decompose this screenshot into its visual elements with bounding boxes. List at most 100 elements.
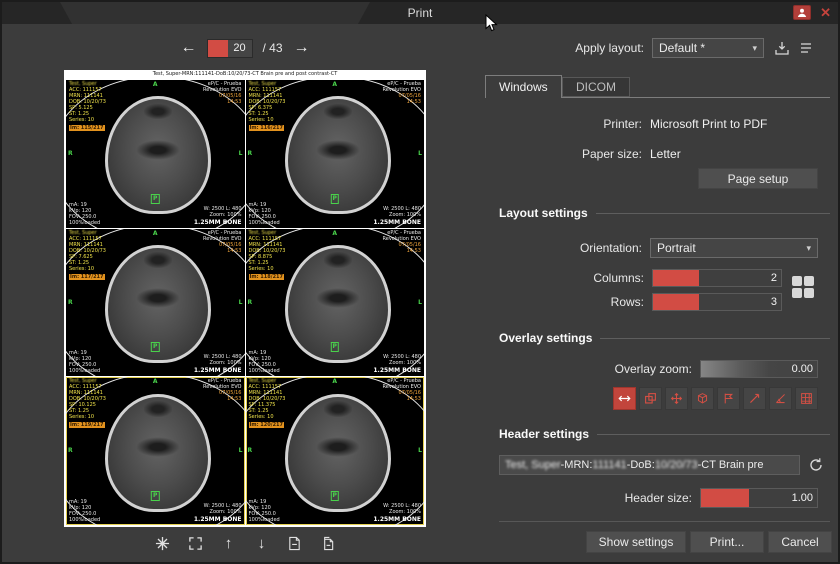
orientation-row: Orientation: Portrait ▾ — [485, 238, 818, 258]
close-button[interactable]: ✕ — [820, 4, 831, 22]
image-number-overlay: Im: 118/217 — [249, 274, 285, 280]
move-up-button[interactable]: ↑ — [217, 532, 241, 554]
arrow-down-icon: ↓ — [258, 535, 266, 552]
marker-right: R — [68, 448, 73, 454]
auto-arrange-icon — [155, 536, 170, 551]
study-info-overlay: ACC: 111157 MRN: 111141 DOB: 10/20/73 SP… — [69, 236, 106, 272]
reset-header-button[interactable] — [804, 454, 828, 476]
remove-page-button[interactable] — [283, 532, 307, 554]
four-way-arrows-icon — [670, 392, 683, 405]
layout-dropdown[interactable]: Default * ▾ — [652, 38, 764, 58]
show-settings-button[interactable]: Show settings — [586, 531, 686, 553]
layout-list-icon — [798, 40, 814, 56]
rows-row: Rows: 3 — [485, 292, 782, 312]
page-total-label: / 43 — [262, 41, 282, 55]
overlay-toggle-grid[interactable] — [795, 387, 818, 410]
image-number-overlay: Im: 120/217 — [249, 422, 285, 428]
preview-cell[interactable]: Test, Super ACC: 111157 MRN: 111141 DOB:… — [66, 80, 245, 228]
marker-left: L — [239, 448, 243, 454]
overlay-toggle-row — [613, 387, 818, 410]
preview-cell[interactable]: Test, Super ACC: 111157 MRN: 111141 DOB:… — [246, 377, 425, 525]
tab-windows[interactable]: Windows — [485, 75, 562, 98]
study-info-overlay: ACC: 111157 MRN: 111141 DOB: 10/20/73 SP… — [69, 87, 106, 123]
overlay-toggle-angles[interactable] — [769, 387, 792, 410]
marker-left: L — [418, 448, 422, 454]
mrn-segment: 111141 — [592, 459, 626, 471]
support-icon-button[interactable] — [793, 5, 811, 20]
print-preview-page[interactable]: Test, Super-MRN:111141-DoB:10/20/73-CT B… — [64, 70, 426, 527]
overlay-toggle-annotations[interactable] — [639, 387, 662, 410]
marker-anterior: A — [153, 379, 158, 385]
overlay-toggle-pan[interactable] — [613, 387, 636, 410]
rows-label: Rows: — [485, 295, 644, 309]
apply-layout-row: Apply layout: Default * ▾ — [485, 38, 818, 58]
datetime-overlay: 07/05/16 14:53 — [399, 242, 421, 254]
marker-left: L — [418, 300, 422, 306]
fit-to-window-button[interactable] — [184, 532, 208, 554]
marker-anterior: A — [153, 231, 158, 237]
remove-all-pages-button[interactable] — [316, 532, 340, 554]
footer-buttons: Show settings Print... Cancel — [586, 531, 832, 553]
header-text-field[interactable]: Test, Super-MRN:111141-DoB:10/20/73-CT B… — [499, 455, 800, 475]
previous-page-button[interactable]: ← — [178, 40, 198, 56]
page-number-input[interactable]: 20 — [207, 39, 253, 58]
series-description-overlay: 1.25MM BONE — [373, 516, 421, 523]
overlay-zoom-slider[interactable]: 0.00 — [700, 360, 818, 378]
series-description-overlay: 1.25MM BONE — [194, 516, 242, 523]
paper-size-label: Paper size: — [485, 147, 642, 161]
preview-image-grid: Test, Super ACC: 111157 MRN: 111141 DOB:… — [66, 80, 424, 525]
rows-stepper[interactable]: 3 — [652, 293, 782, 311]
layout-settings-title: Layout settings — [499, 206, 588, 220]
series-description-overlay: 1.25MM BONE — [373, 367, 421, 374]
technique-overlay: mA: 19 kVp: 120 FOV: 250.0 100%loaded — [249, 350, 280, 374]
header-settings-section: Header settings — [499, 427, 830, 441]
facility-overlay: eP/C - Prueba Revolution EVO — [203, 230, 242, 242]
chevron-down-icon: ▾ — [752, 43, 757, 54]
page-navigation: ← 20 / 43 → — [64, 37, 426, 59]
page-setup-button[interactable]: Page setup — [698, 168, 818, 189]
manage-layouts-button[interactable] — [794, 37, 818, 59]
window-level-overlay: W: 2500 L: 480 Zoom: 100% — [383, 354, 421, 366]
printer-value: Microsoft Print to PDF — [650, 117, 818, 131]
columns-stepper[interactable]: 2 — [652, 269, 782, 287]
columns-row: Columns: 2 — [485, 268, 782, 288]
print-button[interactable]: Print... — [690, 531, 764, 553]
titlebar: Print ✕ — [2, 2, 838, 24]
marker-posterior: P — [331, 342, 339, 352]
technique-overlay: mA: 19 kVp: 120 FOV: 250.0 100%loaded — [249, 202, 280, 226]
header-size-slider[interactable]: 1.00 — [700, 488, 818, 508]
datetime-overlay: 07/05/16 14:53 — [399, 390, 421, 402]
facility-overlay: eP/C - Prueba Revolution EVO — [203, 81, 242, 93]
overlay-toggle-measurements[interactable] — [743, 387, 766, 410]
cancel-button[interactable]: Cancel — [768, 531, 832, 553]
orientation-value: Portrait — [657, 241, 696, 255]
arrow-up-icon: ↑ — [225, 535, 233, 552]
tab-dicom[interactable]: DICOM — [562, 77, 630, 97]
marker-left: L — [239, 151, 243, 157]
dob-segment: 10/20/73 — [655, 459, 698, 471]
orientation-dropdown[interactable]: Portrait ▾ — [650, 238, 818, 258]
paper-size-value: Letter — [650, 147, 818, 161]
auto-arrange-button[interactable] — [151, 532, 175, 554]
overlay-toggle-markers[interactable] — [717, 387, 740, 410]
preview-cell[interactable]: Test, Super ACC: 111157 MRN: 111141 DOB:… — [246, 80, 425, 228]
move-down-button[interactable]: ↓ — [250, 532, 274, 554]
overlay-toggle-move[interactable] — [665, 387, 688, 410]
preview-cell[interactable]: Test, Super ACC: 111157 MRN: 111141 DOB:… — [66, 377, 245, 525]
overlay-zoom-label: Overlay zoom: — [485, 362, 692, 376]
save-layout-button[interactable] — [770, 37, 794, 59]
marker-posterior: P — [151, 342, 159, 352]
datetime-overlay: 07/05/16 14:53 — [219, 93, 241, 105]
marker-left: L — [239, 300, 243, 306]
preview-cell[interactable]: Test, Super ACC: 111157 MRN: 111141 DOB:… — [66, 229, 245, 377]
next-page-button[interactable]: → — [292, 40, 312, 56]
preview-cell[interactable]: Test, Super ACC: 111157 MRN: 111141 DOB:… — [246, 229, 425, 377]
overlay-toggle-3d[interactable] — [691, 387, 714, 410]
facility-overlay: eP/C - Prueba Revolution EVO — [383, 378, 422, 390]
datetime-overlay: 07/05/16 14:53 — [219, 390, 241, 402]
datetime-overlay: 07/05/16 14:53 — [399, 93, 421, 105]
grid-layout-button[interactable] — [792, 276, 816, 300]
fit-to-window-icon — [188, 536, 203, 551]
marker-left: L — [418, 151, 422, 157]
window-level-overlay: W: 2500 L: 480 Zoom: 100% — [383, 503, 421, 515]
